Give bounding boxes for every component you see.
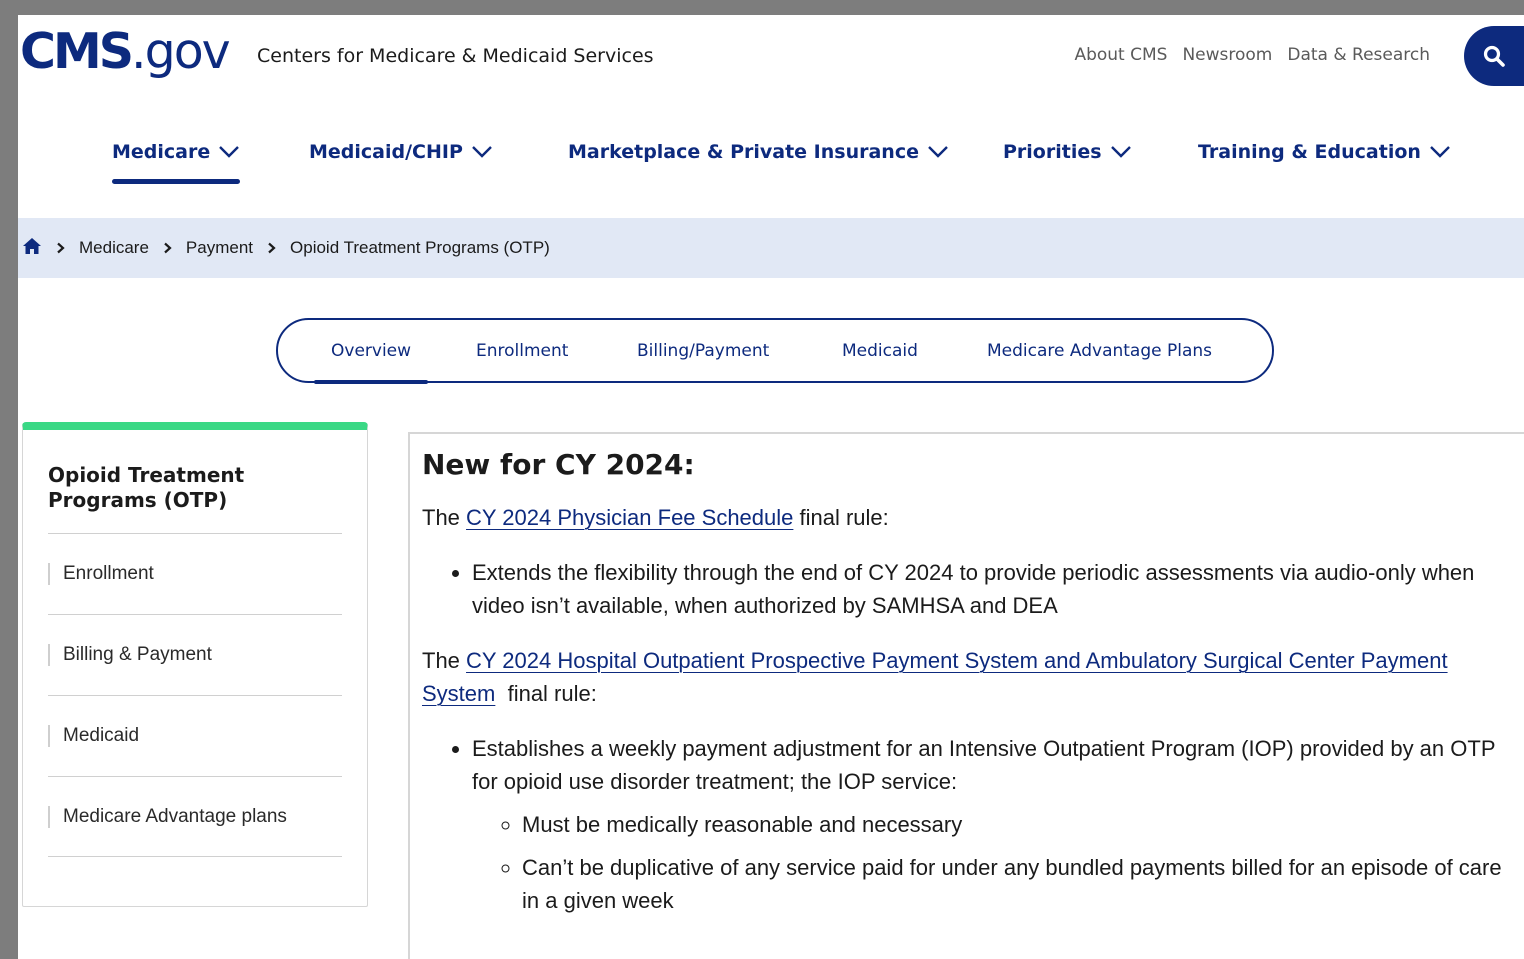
browser-page: CMS .gov Centers for Medicare & Medicaid… (18, 15, 1524, 959)
sub-bullet-list: Must be medically reasonable and necessa… (472, 808, 1524, 917)
link-physician-fee-schedule[interactable]: CY 2024 Physician Fee Schedule (466, 505, 793, 530)
nav-label: Medicare (112, 141, 211, 163)
sub-list-item: Must be medically reasonable and necessa… (522, 808, 1524, 841)
tab-overview[interactable]: Overview (313, 320, 429, 384)
agency-name: Centers for Medicare & Medicaid Services (257, 45, 654, 67)
nav-medicaid-chip[interactable]: Medicaid/CHIP (309, 133, 493, 171)
side-nav: Opioid Treatment Programs (OTP) Enrollme… (22, 422, 368, 907)
breadcrumb: Medicare Payment Opioid Treatment Progra… (18, 218, 1524, 278)
chevron-right-icon (163, 242, 172, 254)
nav-label: Medicaid/CHIP (309, 141, 463, 163)
nav-priorities[interactable]: Priorities (1003, 133, 1132, 171)
text: The (422, 505, 467, 530)
side-nav-title: Opioid Treatment Programs (OTP) (48, 463, 245, 512)
chevron-right-icon (56, 242, 65, 254)
nav-medicare[interactable]: Medicare (112, 133, 241, 184)
site-header: CMS .gov Centers for Medicare & Medicaid… (18, 15, 1524, 215)
logo-gov: .gov (131, 23, 231, 80)
search-icon (1483, 45, 1505, 67)
paragraph-opps: The CY 2024 Hospital Outpatient Prospect… (422, 644, 1524, 710)
main-content: New for CY 2024: The CY 2024 Physician F… (408, 432, 1524, 959)
chevron-right-icon (267, 242, 276, 254)
side-nav-item-medicaid[interactable]: Medicaid (48, 695, 342, 776)
search-button[interactable] (1464, 26, 1524, 86)
side-nav-item-label: Billing & Payment (63, 644, 212, 665)
tab-medicare-advantage-plans[interactable]: Medicare Advantage Plans (987, 320, 1212, 381)
utility-nav: About CMS Newsroom Data & Research (1074, 45, 1430, 65)
breadcrumb-medicare[interactable]: Medicare (79, 238, 149, 258)
util-link-data-research[interactable]: Data & Research (1287, 45, 1430, 65)
sub-list-item: Can’t be duplicative of any service paid… (522, 851, 1524, 917)
side-nav-list: Enrollment Billing & Payment Medicaid Me… (48, 533, 342, 857)
nav-label: Priorities (1003, 141, 1102, 163)
tab-enrollment[interactable]: Enrollment (476, 320, 568, 381)
side-nav-item-label: Medicaid (63, 725, 140, 746)
list-item: Establishes a weekly payment adjustment … (472, 732, 1524, 917)
text: final rule: (495, 681, 597, 706)
nav-label: Marketplace & Private Insurance (568, 141, 919, 163)
side-nav-item-label: Enrollment (63, 563, 154, 584)
nav-marketplace[interactable]: Marketplace & Private Insurance (568, 133, 949, 171)
breadcrumb-home[interactable] (22, 237, 42, 260)
logo-cms: CMS (20, 23, 134, 80)
nav-label: Training & Education (1198, 141, 1421, 163)
nav-training-education[interactable]: Training & Education (1198, 133, 1451, 171)
tab-medicaid[interactable]: Medicaid (842, 320, 918, 381)
chevron-down-icon (928, 146, 948, 158)
text: The (422, 648, 467, 673)
chevron-down-icon (219, 146, 240, 158)
main-nav: Medicare Medicaid/CHIP Marketplace & Pri… (18, 133, 1524, 193)
util-link-newsroom[interactable]: Newsroom (1182, 45, 1272, 65)
chevron-down-icon (1430, 146, 1450, 158)
side-nav-item-billing-payment[interactable]: Billing & Payment (48, 614, 342, 695)
paragraph-pfs: The CY 2024 Physician Fee Schedule final… (422, 501, 1524, 534)
chevron-down-icon (1110, 146, 1131, 158)
cms-logo[interactable]: CMS .gov (20, 23, 231, 80)
home-icon (23, 237, 41, 254)
util-link-about[interactable]: About CMS (1074, 45, 1167, 65)
bullet-list: Extends the flexibility through the end … (422, 556, 1524, 622)
text: final rule: (793, 505, 889, 530)
breadcrumb-current: Opioid Treatment Programs (OTP) (290, 238, 550, 257)
section-tabs: Overview Enrollment Billing/Payment Medi… (276, 318, 1274, 384)
bullet-list: Establishes a weekly payment adjustment … (422, 732, 1524, 917)
list-item: Extends the flexibility through the end … (472, 556, 1524, 622)
breadcrumb-payment[interactable]: Payment (186, 238, 253, 258)
side-nav-item-label: Medicare Advantage plans (63, 805, 287, 827)
content-heading: New for CY 2024: (422, 448, 695, 481)
list-item-text: Establishes a weekly payment adjustment … (472, 736, 1496, 794)
side-nav-item-enrollment[interactable]: Enrollment (48, 533, 342, 614)
chevron-down-icon (472, 146, 492, 158)
tab-billing-payment[interactable]: Billing/Payment (637, 320, 769, 381)
side-nav-item-medicare-advantage[interactable]: Medicare Advantage plans (48, 776, 342, 857)
